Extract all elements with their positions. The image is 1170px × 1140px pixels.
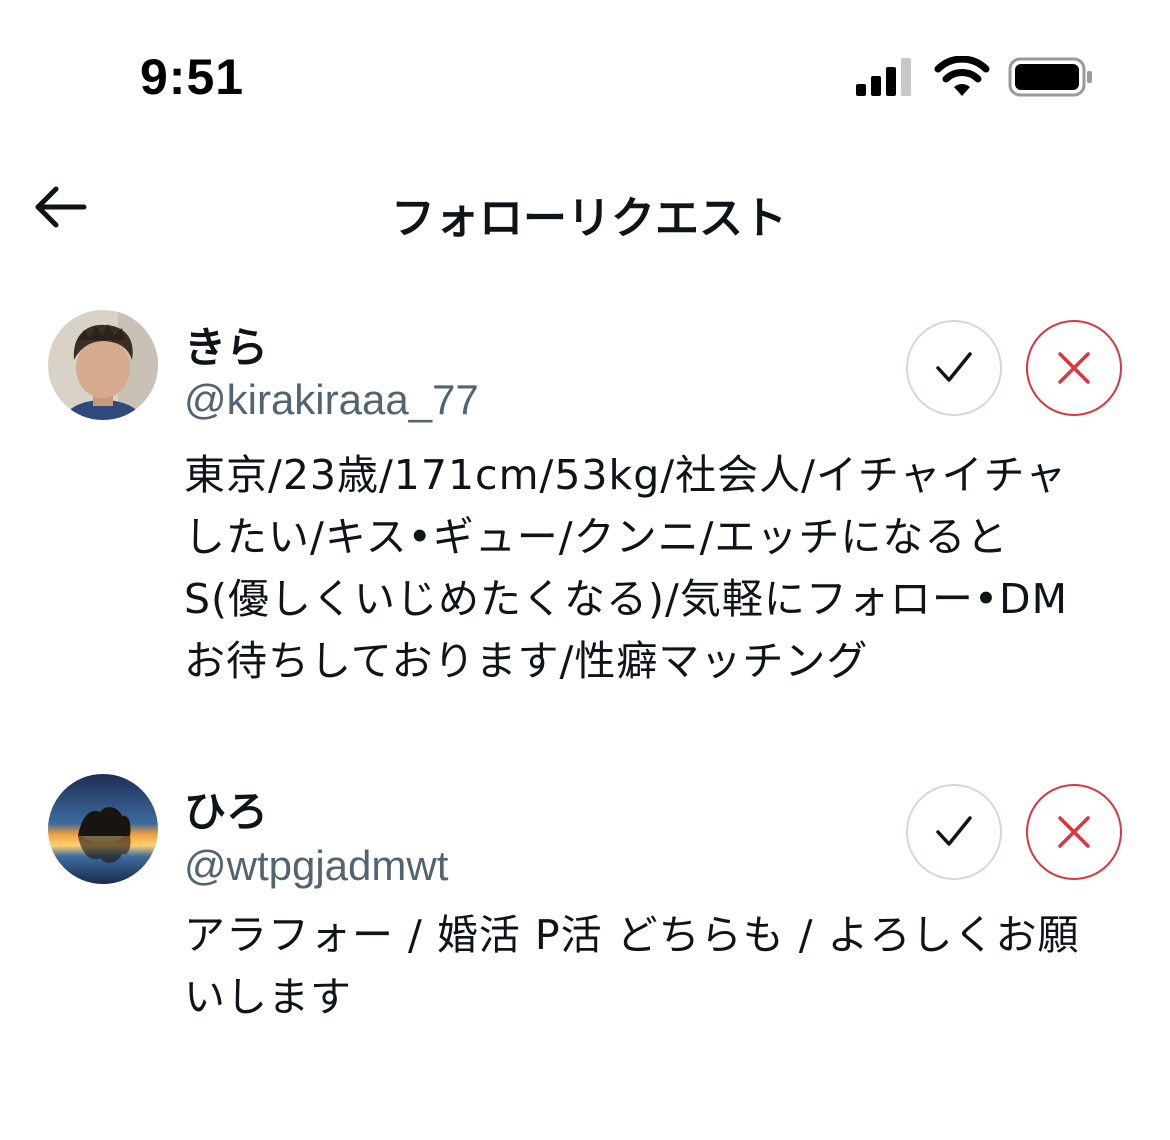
display-name[interactable]: きら: [184, 314, 268, 375]
avatar[interactable]: [48, 774, 158, 884]
wifi-icon: [934, 56, 990, 96]
bio: 東京/23歳/171cm/53kg/社会人/イチャイチャしたい/キス•ギュー/ク…: [184, 451, 1068, 685]
battery-icon: [1008, 57, 1092, 97]
accept-button[interactable]: [906, 320, 1002, 416]
follow-requests-screen: 9:51 フォローリクエスト きら @kirakiraaa_77 東京/23歳/…: [0, 0, 1170, 1140]
follow-request-item: ひろ @wtpgjadmwt アラフォー / 婚活 P活 どちらも / よろしく…: [0, 764, 1170, 1064]
signal-icon: [856, 58, 911, 96]
follow-request-item: きら @kirakiraaa_77 東京/23歳/171cm/53kg/社会人/…: [0, 300, 1170, 720]
x-icon: [1058, 352, 1090, 384]
display-name[interactable]: ひろ: [184, 778, 268, 839]
check-icon: [936, 816, 972, 846]
avatar-sunset-photo: [48, 774, 158, 884]
bio: アラフォー / 婚活 P活 どちらも / よろしくお願いします: [184, 911, 1080, 1021]
handle[interactable]: @kirakiraaa_77: [184, 376, 479, 424]
avatar-man-photo: [48, 310, 158, 420]
x-icon: [1058, 816, 1090, 848]
decline-button[interactable]: [1026, 320, 1122, 416]
status-time: 9:51: [140, 49, 245, 105]
accept-button[interactable]: [906, 784, 1002, 880]
avatar[interactable]: [48, 310, 158, 420]
status-bar: 9:51: [0, 0, 1170, 150]
header: フォローリクエスト: [0, 150, 1170, 260]
decline-button[interactable]: [1026, 784, 1122, 880]
handle[interactable]: @wtpgjadmwt: [184, 842, 448, 890]
page-title: フォローリクエスト: [391, 193, 787, 244]
check-icon: [936, 352, 972, 382]
